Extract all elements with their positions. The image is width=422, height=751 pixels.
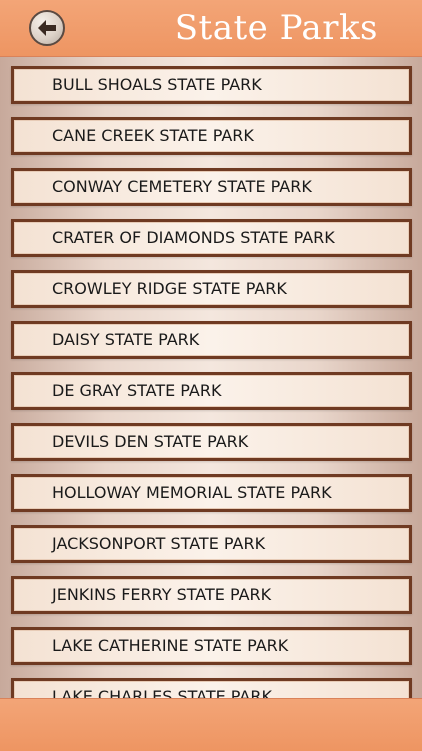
list-item[interactable]: JENKINS FERRY STATE PARK — [11, 576, 412, 614]
list-item[interactable]: DE GRAY STATE PARK — [11, 372, 412, 410]
list-item[interactable]: HOLLOWAY MEMORIAL STATE PARK — [11, 474, 412, 512]
list-item-label: JENKINS FERRY STATE PARK — [52, 585, 272, 604]
list-item-label: LAKE CATHERINE STATE PARK — [52, 636, 289, 655]
list-item[interactable]: LAKE CATHERINE STATE PARK — [11, 627, 412, 665]
list-item-label: CROWLEY RIDGE STATE PARK — [52, 279, 287, 298]
list-item-label: CRATER OF DIAMONDS STATE PARK — [52, 228, 335, 247]
back-arrow-icon — [38, 20, 56, 36]
park-list[interactable]: BULL SHOALS STATE PARK CANE CREEK STATE … — [0, 56, 422, 698]
list-item[interactable]: JACKSONPORT STATE PARK — [11, 525, 412, 563]
list-item-label: HOLLOWAY MEMORIAL STATE PARK — [52, 483, 332, 502]
back-button[interactable] — [29, 10, 65, 46]
list-item[interactable]: CONWAY CEMETERY STATE PARK — [11, 168, 412, 206]
top-bar: State Parks — [0, 0, 422, 57]
list-item-label: DAISY STATE PARK — [52, 330, 200, 349]
list-item[interactable]: LAKE CHARLES STATE PARK — [11, 678, 412, 698]
page-title: State Parks — [174, 8, 378, 48]
list-item[interactable]: CRATER OF DIAMONDS STATE PARK — [11, 219, 412, 257]
list-item-label: LAKE CHARLES STATE PARK — [52, 687, 272, 698]
list-item-label: CANE CREEK STATE PARK — [52, 126, 254, 145]
list-item-label: DE GRAY STATE PARK — [52, 381, 222, 400]
list-item[interactable]: DAISY STATE PARK — [11, 321, 412, 359]
list-item[interactable]: CANE CREEK STATE PARK — [11, 117, 412, 155]
bottom-bar — [0, 698, 422, 751]
list-item-label: CONWAY CEMETERY STATE PARK — [52, 177, 312, 196]
list-item-label: JACKSONPORT STATE PARK — [52, 534, 266, 553]
list-item-label: DEVILS DEN STATE PARK — [52, 432, 249, 451]
list-item-label: BULL SHOALS STATE PARK — [52, 75, 262, 94]
list-item[interactable]: BULL SHOALS STATE PARK — [11, 66, 412, 104]
list-item[interactable]: DEVILS DEN STATE PARK — [11, 423, 412, 461]
list-item[interactable]: CROWLEY RIDGE STATE PARK — [11, 270, 412, 308]
